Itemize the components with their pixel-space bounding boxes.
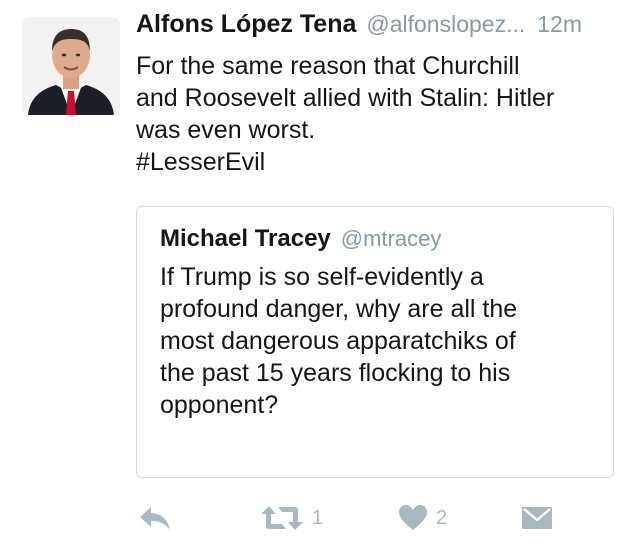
quoted-text-line: opponent? (160, 391, 279, 419)
quoted-text-line: the past 15 years flocking to his (160, 359, 511, 387)
quoted-text: If Trump is so self-evidently a profound… (160, 261, 593, 421)
quoted-author-handle: @mtracey (340, 226, 442, 251)
author-handle[interactable]: @alfonslopez... (366, 11, 525, 38)
tweet-header: Alfons López Tena @alfonslopez... 12m (136, 10, 616, 44)
reply-button[interactable] (138, 500, 172, 536)
timestamp[interactable]: 12m (537, 11, 582, 38)
quoted-tweet[interactable]: Michael Tracey @mtracey If Trump is so s… (136, 206, 614, 478)
retweet-count: 1 (312, 506, 324, 529)
tweet-text-line: For the same reason that Churchill (136, 52, 520, 80)
hashtag-link[interactable]: #LesserEvil (136, 146, 616, 178)
author-name[interactable]: Alfons López Tena (136, 10, 356, 39)
retweet-icon (261, 506, 303, 530)
tweet-text-line: and Roosevelt allied with Stalin: Hitler (136, 84, 555, 112)
quoted-text-line: profound danger, why are all the (160, 295, 518, 323)
tweet-text-line: was even worst. (136, 116, 316, 144)
like-count: 2 (436, 506, 448, 529)
action-bar: 1 2 (136, 500, 616, 536)
tweet-content: Alfons López Tena @alfonslopez... 12m Fo… (136, 10, 616, 178)
direct-message-button[interactable] (521, 500, 553, 536)
like-button[interactable]: 2 (398, 500, 447, 536)
quoted-text-line: most dangerous apparatchiks of (160, 327, 516, 355)
quoted-header: Michael Tracey @mtracey (160, 225, 593, 253)
retweet-button[interactable]: 1 (260, 500, 323, 536)
reply-icon (140, 507, 170, 530)
heart-icon (399, 505, 427, 530)
quoted-author-name: Michael Tracey (160, 225, 331, 252)
avatar[interactable] (22, 17, 120, 115)
tweet-text: For the same reason that Churchill and R… (136, 50, 616, 178)
tweet: Alfons López Tena @alfonslopez... 12m Fo… (0, 0, 631, 550)
quoted-text-line: If Trump is so self-evidently a (160, 263, 484, 291)
envelope-icon (522, 507, 552, 529)
